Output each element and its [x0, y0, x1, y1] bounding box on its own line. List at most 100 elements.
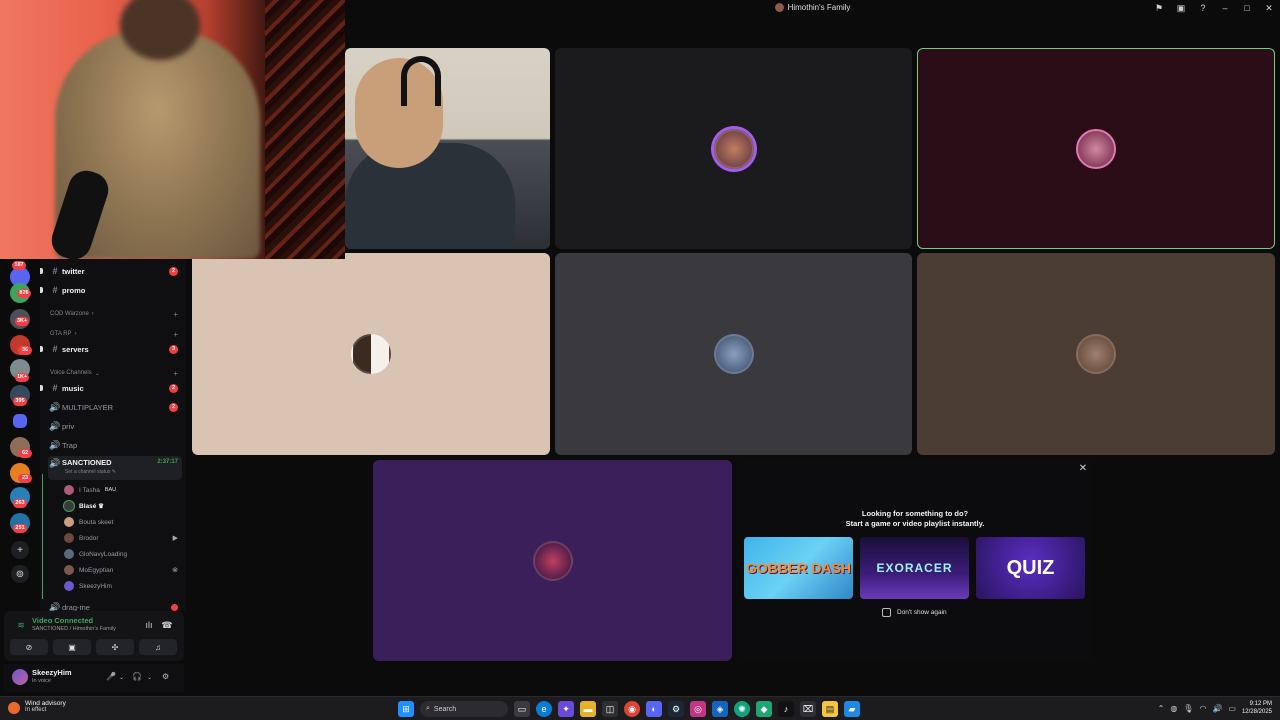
- maximize-button[interactable]: □: [1236, 0, 1258, 16]
- badge: 395: [13, 397, 27, 406]
- help-icon[interactable]: ?: [1192, 0, 1214, 16]
- task-view-icon[interactable]: ▭: [514, 701, 530, 717]
- plus-icon[interactable]: +: [173, 310, 178, 319]
- copilot-icon[interactable]: ✦: [558, 701, 574, 717]
- video-tile-camera[interactable]: [345, 48, 550, 249]
- app-icon[interactable]: ◆: [756, 701, 772, 717]
- wifi-icon[interactable]: ◠: [1199, 704, 1206, 713]
- chevron-down-icon[interactable]: ⌄: [147, 674, 152, 681]
- voice-channel-trap[interactable]: 🔊 Trap: [48, 437, 182, 453]
- video-tile[interactable]: [192, 253, 550, 455]
- disconnect-icon[interactable]: ☎: [160, 619, 174, 631]
- video-tile[interactable]: [373, 460, 732, 661]
- chevron-up-icon[interactable]: ⌃: [1158, 704, 1165, 713]
- folder-icon[interactable]: [13, 414, 27, 428]
- avatar: [64, 549, 74, 559]
- badge: 3K+: [15, 317, 30, 326]
- store-icon[interactable]: ◫: [602, 701, 618, 717]
- app-icon[interactable]: ▰: [844, 701, 860, 717]
- channel-drag-me[interactable]: 🔊 drag-me: [48, 599, 182, 611]
- network-icon[interactable]: ◍: [1170, 704, 1177, 713]
- voice-location[interactable]: SANCTIONED / Himothin's Family: [32, 626, 116, 632]
- badge: 23: [18, 474, 32, 483]
- channel-status-input[interactable]: Set a channel status ✎: [65, 469, 116, 475]
- channel-music[interactable]: # music 2: [40, 380, 182, 396]
- channel-twitter[interactable]: # twitter 2: [40, 263, 182, 279]
- file-explorer-icon[interactable]: ▬: [580, 701, 596, 717]
- participant-video: [345, 143, 515, 249]
- settings-gear-icon[interactable]: ⚙: [162, 672, 169, 681]
- close-icon[interactable]: ✕: [1076, 463, 1090, 477]
- flag-icon[interactable]: ⚑: [1148, 0, 1170, 16]
- chevron-down-icon[interactable]: ⌄: [119, 674, 124, 681]
- video-tile[interactable]: [917, 253, 1275, 455]
- voice-connected-panel: ≋ Video Connected SANCTIONED / Himothin'…: [4, 611, 184, 661]
- game-card-quiz-planet[interactable]: QUIZ: [976, 537, 1085, 599]
- channel-servers[interactable]: # servers 3: [40, 341, 182, 357]
- app-icon[interactable]: ◈: [712, 701, 728, 717]
- microphone-icon[interactable]: 🎙: [1183, 704, 1193, 713]
- steam-icon[interactable]: ⚙: [668, 701, 684, 717]
- game-card-gobber-dash[interactable]: GOBBER DASH: [744, 537, 853, 599]
- participant-avatar: [1076, 128, 1116, 169]
- camera-off-icon: ⊘: [25, 642, 33, 652]
- app-icon[interactable]: ⌧: [800, 701, 816, 717]
- chrome-icon[interactable]: ◉: [624, 701, 640, 717]
- noise-suppression-icon[interactable]: ılı: [142, 619, 156, 631]
- category-cod-warzone[interactable]: COD Warzone › +: [50, 308, 178, 320]
- voice-member[interactable]: Brodor ▶: [64, 531, 178, 545]
- soundboard-button[interactable]: ♫: [139, 639, 177, 655]
- microphone-icon[interactable]: 🎤: [106, 672, 116, 681]
- channel-promo[interactable]: # promo: [40, 282, 182, 298]
- taskbar-apps: ⊞ ⌕ Search ▭ e ✦ ▬ ◫ ◉ ◐ ⚙ ◎ ◈ ✺ ◆ ♪ ⌧ ▤ …: [398, 701, 860, 717]
- voice-channel-priv[interactable]: 🔊 priv: [48, 418, 182, 434]
- video-tile[interactable]: [555, 253, 912, 455]
- minimize-button[interactable]: –: [1214, 0, 1236, 16]
- discover-button[interactable]: ⊚: [11, 565, 29, 583]
- clock[interactable]: 9:12 PM 12/28/2025: [1242, 700, 1272, 716]
- badge: 1K+: [15, 373, 30, 382]
- signal-icon[interactable]: ≋: [14, 619, 28, 631]
- chatgpt-icon[interactable]: ✺: [734, 701, 750, 717]
- plus-icon[interactable]: +: [173, 330, 178, 339]
- username[interactable]: SkeezyHim: [32, 668, 72, 677]
- plus-icon[interactable]: +: [173, 369, 178, 378]
- screen-share-button[interactable]: ▣: [53, 639, 91, 655]
- windows-start-icon[interactable]: ⊞: [398, 701, 414, 717]
- instagram-icon[interactable]: ◎: [690, 701, 706, 717]
- weather-widget[interactable]: Wind advisory In effect: [8, 700, 66, 714]
- edge-icon[interactable]: e: [536, 701, 552, 717]
- voice-member[interactable]: Bouta skeet: [64, 515, 178, 529]
- voice-member[interactable]: Blasé ♛: [64, 499, 178, 513]
- video-tile-speaking[interactable]: [917, 48, 1275, 249]
- activities-button[interactable]: ✣: [96, 639, 134, 655]
- inbox-icon[interactable]: ▣: [1170, 0, 1192, 16]
- system-tray: ⌃ ◍ 🎙 ◠ 🔊 ▭ 9:12 PM 12/28/2025: [1158, 700, 1272, 716]
- battery-icon[interactable]: ▭: [1228, 704, 1236, 713]
- avatar[interactable]: [12, 669, 28, 685]
- voice-member[interactable]: GloNavyLoading: [64, 547, 178, 561]
- activity-suggestion-panel: ✕ Looking for something to do? Start a g…: [736, 460, 1094, 660]
- search-box[interactable]: ⌕ Search: [420, 701, 508, 717]
- video-tile[interactable]: [555, 48, 912, 249]
- voice-channel-multiplayer[interactable]: 🔊 MULTIPLAYER 2: [48, 399, 182, 415]
- tiktok-icon[interactable]: ♪: [778, 701, 794, 717]
- camera-toggle-button[interactable]: ⊘: [10, 639, 48, 655]
- voice-member[interactable]: SkeezyHim: [64, 579, 178, 593]
- checkbox-icon[interactable]: [882, 608, 891, 617]
- category-voice-channels[interactable]: Voice Channels ⌄ +: [50, 367, 178, 379]
- add-server-button[interactable]: +: [11, 541, 29, 559]
- category-gta-rp[interactable]: GTA RP › +: [50, 328, 178, 340]
- volume-icon[interactable]: 🔊: [1212, 704, 1222, 713]
- headphones-icon[interactable]: 🎧: [132, 672, 142, 681]
- voice-channel-sanctioned[interactable]: 🔊 SANCTIONED 2:37:17 Set a channel statu…: [48, 456, 182, 480]
- voice-member[interactable]: I Tasha BAU: [64, 483, 178, 497]
- dont-show-checkbox[interactable]: Don't show again: [882, 608, 947, 617]
- badge: 263: [13, 499, 27, 508]
- sticky-notes-icon[interactable]: ▤: [822, 701, 838, 717]
- avatar: [64, 485, 74, 495]
- close-button[interactable]: ✕: [1258, 0, 1280, 16]
- voice-member[interactable]: MoEgyptian ⊗: [64, 563, 178, 577]
- discord-icon[interactable]: ◐: [646, 701, 662, 717]
- game-card-exoracer[interactable]: EXORACER: [860, 537, 969, 599]
